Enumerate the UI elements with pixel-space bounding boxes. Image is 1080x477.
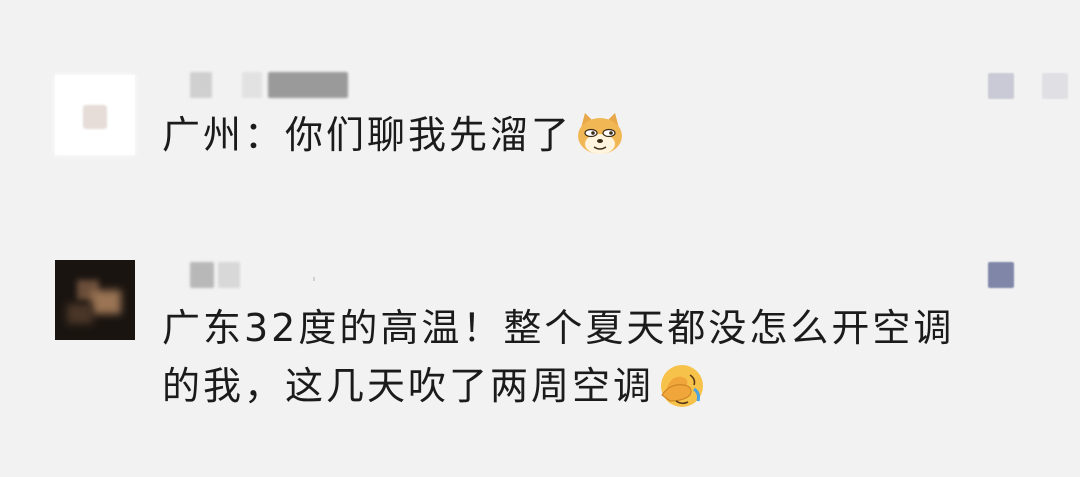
comment-line-text: 的我，这几天吹了两周空调 xyxy=(162,364,655,408)
comment-item: 广东32度的高温！整个夏天都没怎么开空调 的我，这几天吹了两周空调 xyxy=(0,230,1080,477)
comment-thread: 广州：你们聊我先溜了 广东32度的高温！整个夏天都没怎么开空调 的我，这几天吹了… xyxy=(0,0,1080,477)
redaction-block xyxy=(268,72,348,98)
avatar-image xyxy=(83,105,107,129)
comment-line: 的我，这几天吹了两周空调 xyxy=(162,357,954,415)
comment-line: 广东32度的高温！整个夏天都没怎么开空调 xyxy=(162,306,955,350)
avatar[interactable] xyxy=(55,75,135,155)
avatar[interactable] xyxy=(55,260,135,340)
avatar-image xyxy=(91,290,121,314)
doge-cat-icon xyxy=(574,110,626,158)
divider-mark xyxy=(313,277,315,281)
comment-text: 广州：你们聊我先溜了 xyxy=(162,106,626,164)
avatar-image xyxy=(67,304,93,324)
like-icon[interactable] xyxy=(988,262,1014,288)
badge-icon xyxy=(1042,73,1068,99)
redaction-block xyxy=(190,262,214,288)
redaction-block xyxy=(242,72,262,98)
redaction-block xyxy=(190,72,212,98)
comment-item: 广州：你们聊我先溜了 xyxy=(0,0,1080,230)
like-icon[interactable] xyxy=(988,73,1014,99)
comment-text: 广东32度的高温！整个夏天都没怎么开空调 的我，这几天吹了两周空调 xyxy=(162,299,954,415)
comment-body: 广州：你们聊我先溜了 xyxy=(162,113,573,157)
facepalm-crying-icon xyxy=(656,361,708,409)
redaction-block xyxy=(218,262,240,288)
